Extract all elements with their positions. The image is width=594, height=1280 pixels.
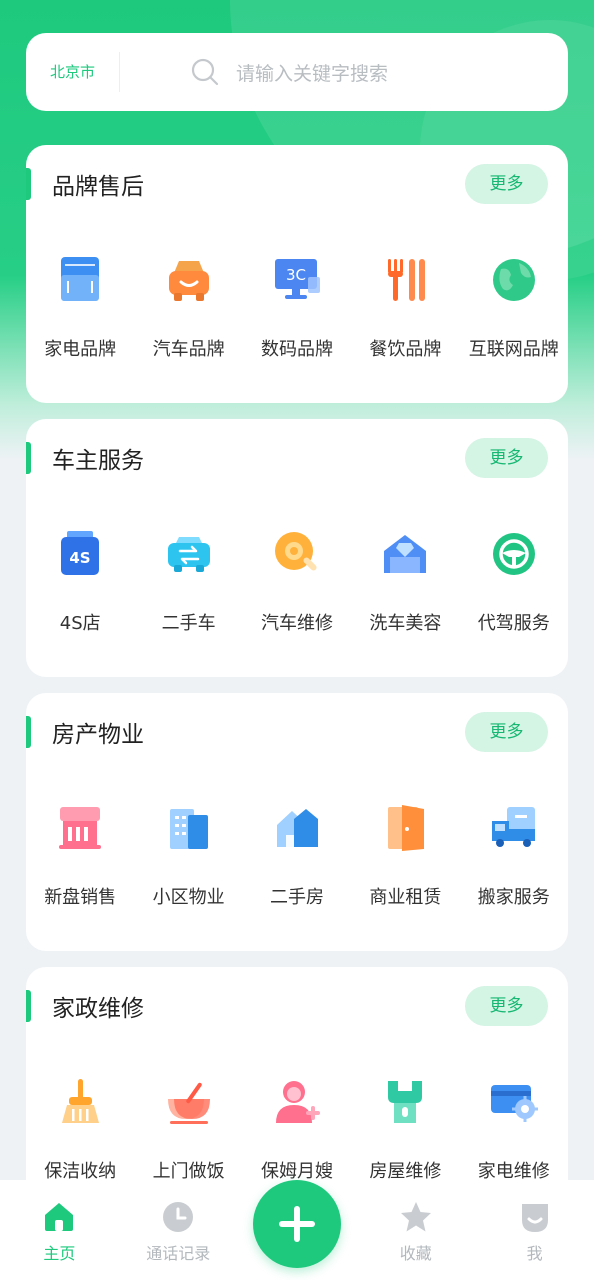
grid-item-nanny[interactable]: 保姆月嫂 bbox=[243, 1077, 351, 1183]
grid-item-digital-brand[interactable]: 3C 数码品牌 bbox=[243, 255, 351, 361]
grid-item-4s-store[interactable]: 4S 4S店 bbox=[26, 529, 134, 635]
more-button[interactable]: 更多 bbox=[465, 438, 548, 478]
grid-item-car-wash[interactable]: 洗车美容 bbox=[351, 529, 459, 635]
section-brand-aftersales: 品牌售后 更多 家电品牌 汽车品牌 3C 数码品牌 餐饮品牌 互联网品牌 bbox=[26, 145, 568, 403]
grid-item-appliance-repair[interactable]: 家电维修 bbox=[460, 1077, 568, 1183]
icon-text-3c: 3C bbox=[286, 266, 306, 284]
gear-card-icon bbox=[490, 1085, 538, 1122]
fork-knife-icon bbox=[388, 259, 426, 301]
grid-item-label: 数码品牌 bbox=[260, 339, 333, 360]
tab-label: 我 bbox=[526, 1244, 543, 1263]
plus-icon bbox=[279, 1206, 315, 1242]
grid-item-designated-driver[interactable]: 代驾服务 bbox=[460, 529, 568, 635]
wrench-icon bbox=[388, 1081, 423, 1123]
buildings-icon bbox=[169, 809, 208, 849]
steering-wheel-icon bbox=[492, 533, 535, 575]
grid-item-label: 家电品牌 bbox=[44, 339, 117, 360]
section-accent-bar bbox=[26, 442, 31, 474]
tab-label: 收藏 bbox=[399, 1244, 432, 1263]
search-icon bbox=[191, 58, 219, 86]
grid-item-label: 商业租赁 bbox=[369, 887, 442, 908]
tab-favorites[interactable]: 收藏 bbox=[356, 1180, 475, 1280]
tab-label: 主页 bbox=[43, 1244, 76, 1263]
grid-item-new-homes[interactable]: 新盘销售 bbox=[26, 803, 134, 909]
section-accent-bar bbox=[26, 168, 31, 200]
profile-icon bbox=[521, 1204, 548, 1232]
clock-icon bbox=[163, 1202, 194, 1232]
section-title: 品牌售后 bbox=[52, 174, 144, 200]
section-title: 家政维修 bbox=[52, 996, 144, 1022]
section-accent-bar bbox=[26, 716, 31, 748]
more-button[interactable]: 更多 bbox=[465, 164, 548, 204]
grid-item-internet-brand[interactable]: 互联网品牌 bbox=[460, 255, 568, 361]
grid-item-car-brand[interactable]: 汽车品牌 bbox=[134, 255, 242, 361]
grid-item-property-management[interactable]: 小区物业 bbox=[134, 803, 242, 909]
more-button[interactable]: 更多 bbox=[465, 986, 548, 1026]
cooking-bowl-icon bbox=[167, 1082, 210, 1124]
grid-item-label: 代驾服务 bbox=[477, 613, 550, 634]
house-icon bbox=[276, 809, 318, 847]
grid-item-car-repair[interactable]: 汽车维修 bbox=[243, 529, 351, 635]
grid-item-label: 新盘销售 bbox=[44, 887, 117, 908]
shop-4s-icon: 4S bbox=[61, 531, 100, 575]
grid-item-home-cooking[interactable]: 上门做饭 bbox=[134, 1077, 242, 1183]
grid-item-used-car[interactable]: 二手车 bbox=[134, 529, 242, 635]
grid-item-label: 搬家服务 bbox=[477, 887, 550, 908]
more-button[interactable]: 更多 bbox=[465, 712, 548, 752]
grid-item-house-repair[interactable]: 房屋维修 bbox=[351, 1077, 459, 1183]
city-selector[interactable]: 北京市 bbox=[26, 52, 120, 92]
grid-item-cleaning[interactable]: 保洁收纳 bbox=[26, 1077, 134, 1183]
grid-item-label: 洗车美容 bbox=[369, 613, 442, 634]
grid-item-moving-service[interactable]: 搬家服务 bbox=[460, 803, 568, 909]
fridge-icon bbox=[61, 257, 100, 301]
home-icon bbox=[45, 1203, 74, 1231]
section-title: 房产物业 bbox=[52, 722, 144, 748]
door-icon bbox=[388, 805, 425, 851]
wheel-wrench-icon bbox=[274, 532, 317, 571]
grid-item-label: 小区物业 bbox=[152, 887, 225, 908]
grid-item-food-brand[interactable]: 餐饮品牌 bbox=[351, 255, 459, 361]
grid-item-label: 二手车 bbox=[161, 613, 216, 634]
tab-home[interactable]: 主页 bbox=[0, 1180, 119, 1280]
globe-icon bbox=[492, 259, 535, 301]
car-icon bbox=[168, 261, 209, 301]
broom-icon bbox=[62, 1079, 100, 1123]
nanny-icon bbox=[275, 1081, 320, 1123]
grid-item-second-hand-house[interactable]: 二手房 bbox=[243, 803, 351, 909]
grid-item-label: 互联网品牌 bbox=[468, 339, 559, 360]
truck-icon bbox=[491, 807, 535, 847]
grid-item-label: 餐饮品牌 bbox=[369, 339, 442, 360]
icon-text-4s: 4S bbox=[70, 549, 91, 567]
tab-label: 通话记录 bbox=[146, 1244, 211, 1263]
grid-item-appliance-brand[interactable]: 家电品牌 bbox=[26, 255, 134, 361]
search-bar[interactable]: 北京市 请输入关键字搜索 bbox=[26, 33, 568, 111]
grid-item-label: 汽车维修 bbox=[260, 613, 333, 634]
grid-item-commercial-rental[interactable]: 商业租赁 bbox=[351, 803, 459, 909]
grid-item-label: 汽车品牌 bbox=[152, 339, 225, 360]
grid-item-label: 4S店 bbox=[59, 613, 101, 634]
star-icon bbox=[400, 1202, 431, 1232]
storefront-icon bbox=[59, 807, 102, 849]
car-wash-icon bbox=[384, 535, 427, 573]
grid-item-label: 二手房 bbox=[269, 887, 324, 908]
search-input[interactable]: 请输入关键字搜索 bbox=[236, 59, 388, 86]
section-real-estate: 房产物业 更多 新盘销售 小区物业 二手房 商业租赁 搬家服务 bbox=[26, 693, 568, 951]
section-accent-bar bbox=[26, 990, 31, 1022]
car-exchange-icon bbox=[167, 537, 210, 572]
tab-call-history[interactable]: 通话记录 bbox=[119, 1180, 238, 1280]
monitor-icon: 3C bbox=[274, 259, 320, 299]
tab-me[interactable]: 我 bbox=[475, 1180, 594, 1280]
section-car-owner-services: 车主服务 更多 4S 4S店 二手车 汽车维修 洗车美容 代驾服务 bbox=[26, 419, 568, 677]
add-button[interactable] bbox=[253, 1180, 341, 1268]
section-title: 车主服务 bbox=[52, 448, 144, 474]
